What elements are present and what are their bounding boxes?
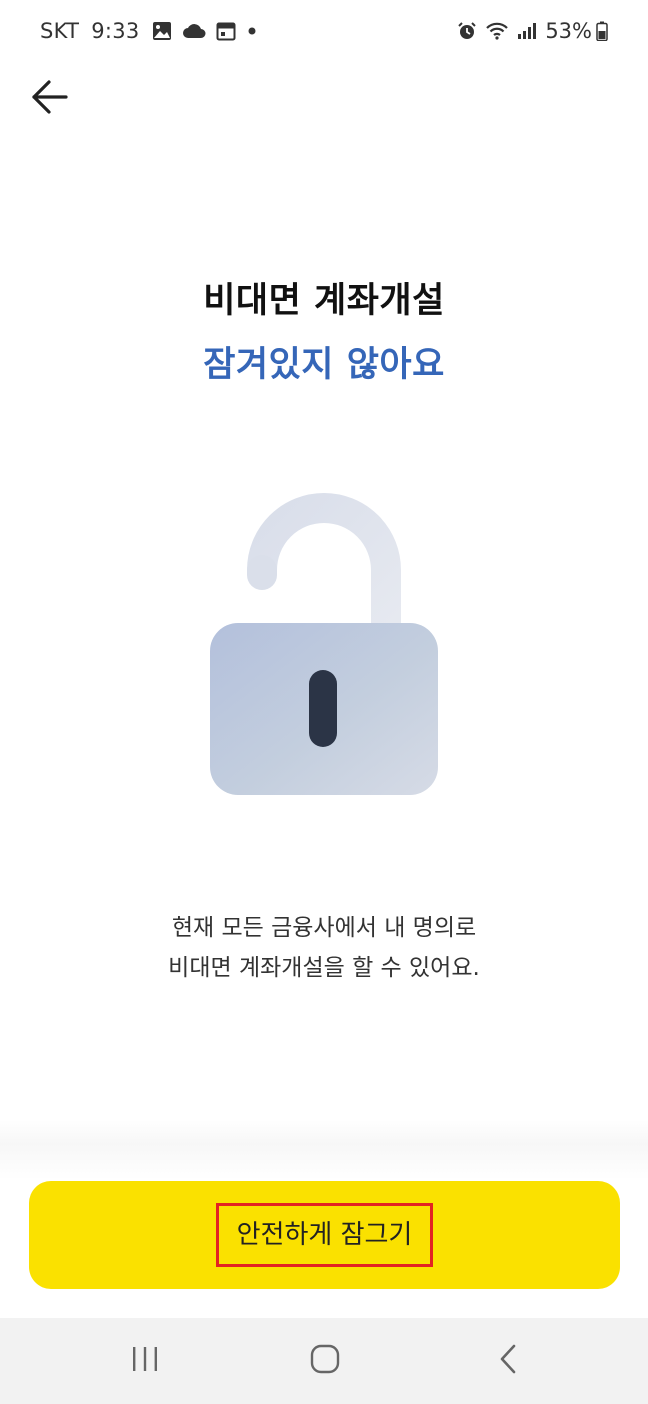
lock-safely-button-label: 안전하게 잠그기 xyxy=(215,1203,434,1267)
nav-back-icon xyxy=(496,1343,520,1379)
description: 현재 모든 금융사에서 내 명의로 비대면 계좌개설을 할 수 있어요. xyxy=(0,908,648,988)
description-line-1: 현재 모든 금융사에서 내 명의로 xyxy=(171,915,477,941)
nav-back-button[interactable] xyxy=(478,1336,538,1386)
cloud-icon xyxy=(182,23,206,39)
alarm-icon xyxy=(457,21,477,41)
page-title: 비대면 계좌개설 xyxy=(203,281,445,321)
recent-apps-button[interactable] xyxy=(115,1336,175,1386)
wifi-icon xyxy=(485,21,509,41)
system-navigation-bar xyxy=(0,1318,648,1404)
unlocked-padlock-icon xyxy=(200,490,450,810)
signal-icon xyxy=(517,22,537,40)
dot-icon xyxy=(246,25,258,37)
back-arrow-icon xyxy=(29,79,69,119)
description-line-2: 비대면 계좌개설을 할 수 있어요. xyxy=(168,955,480,981)
battery-icon xyxy=(596,21,608,41)
bottom-divider-fade xyxy=(0,1120,648,1180)
status-right: 53% xyxy=(457,19,608,43)
home-button[interactable] xyxy=(295,1336,355,1386)
home-icon xyxy=(309,1343,341,1379)
battery-percentage: 53% xyxy=(545,19,592,43)
image-icon xyxy=(152,21,172,41)
status-bar: SKT 9:33 53% xyxy=(0,0,648,64)
calendar-icon xyxy=(216,21,236,41)
page-subtitle-status: 잠겨있지 않아요 xyxy=(203,345,445,385)
back-button[interactable] xyxy=(26,76,72,122)
lock-safely-button[interactable]: 안전하게 잠그기 xyxy=(29,1181,620,1289)
clock: 9:33 xyxy=(91,19,140,43)
carrier-label: SKT xyxy=(40,19,80,43)
screen: SKT 9:33 53% 비대면 계좌개설 잠겨있지 않아요 현재 모든 금융사… xyxy=(0,0,648,1404)
status-left: SKT 9:33 xyxy=(40,19,268,43)
recent-apps-icon xyxy=(130,1344,160,1378)
